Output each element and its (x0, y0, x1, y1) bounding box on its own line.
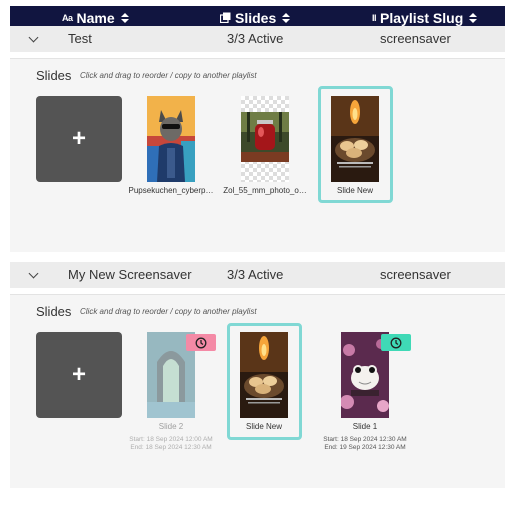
slide-schedule: Start: 18 Sep 2024 12:00 AM End: 18 Sep … (118, 436, 224, 452)
slide-thumbnail (331, 96, 379, 182)
slide-thumbnail (240, 332, 288, 418)
sort-icon[interactable] (469, 13, 478, 23)
slides-header-label: Slides (235, 10, 277, 26)
playlist-status: 3/3 Active (227, 267, 284, 282)
slide-caption: Zol_55_mm_photo_o… (223, 186, 307, 195)
playlist-row-test[interactable]: Test 3/3 Active screensaver (10, 26, 505, 52)
playlist-status: 3/3 Active (227, 31, 284, 46)
playlist-slug: screensaver (380, 31, 451, 46)
slide-start-time: Start: 18 Sep 2024 12:00 AM (129, 436, 213, 443)
slide-caption: Slide New (336, 186, 373, 195)
schedule-badge-active (381, 334, 411, 351)
chevron-down-icon[interactable] (28, 32, 39, 43)
clock-icon (195, 337, 207, 349)
slide-end-time: End: 19 Sep 2024 12:30 AM (324, 444, 406, 451)
playlist-row-my-new-screensaver[interactable]: My New Screensaver 3/3 Active screensave… (10, 262, 505, 288)
text-type-icon: Aa (62, 13, 73, 23)
slide-caption: Slide 1 (352, 422, 378, 431)
slide-caption: Slide 2 (158, 422, 184, 431)
slides-hint: Click and drag to reorder / copy to anot… (80, 71, 257, 80)
sort-icon[interactable] (282, 13, 291, 23)
slides-label: Slides (36, 68, 72, 83)
playlist-name: My New Screensaver (68, 267, 192, 282)
playlist-slug: screensaver (380, 267, 451, 282)
add-slide-button[interactable]: + (36, 332, 122, 418)
slide-end-time: End: 18 Sep 2024 12:30 AM (130, 444, 212, 451)
stack-icon (219, 10, 231, 26)
clock-icon (390, 337, 402, 349)
chevron-down-icon[interactable] (28, 268, 39, 279)
slide-thumbnail (241, 96, 289, 182)
slide-schedule: Start: 18 Sep 2024 12:30 AM End: 19 Sep … (312, 436, 418, 452)
slug-header-label: Playlist Slug (380, 10, 464, 26)
name-header-label: Name (76, 10, 115, 26)
slug-icon: II (372, 13, 377, 23)
slides-label: Slides (36, 304, 72, 319)
schedule-badge-inactive (186, 334, 216, 351)
add-slide-button[interactable]: + (36, 96, 122, 182)
playlist-name: Test (68, 31, 92, 46)
slide-thumbnail (147, 96, 195, 182)
playlist-slides-panel: Slides Click and drag to reorder / copy … (10, 58, 505, 252)
sort-icon[interactable] (120, 13, 129, 23)
slide-caption: Pupsekuchen_cyberp… (128, 186, 214, 195)
slide-caption: Slide New (245, 422, 282, 431)
playlist-slides-panel: Slides Click and drag to reorder / copy … (10, 294, 505, 488)
slides-hint: Click and drag to reorder / copy to anot… (80, 307, 257, 316)
slide-start-time: Start: 18 Sep 2024 12:30 AM (323, 436, 407, 443)
